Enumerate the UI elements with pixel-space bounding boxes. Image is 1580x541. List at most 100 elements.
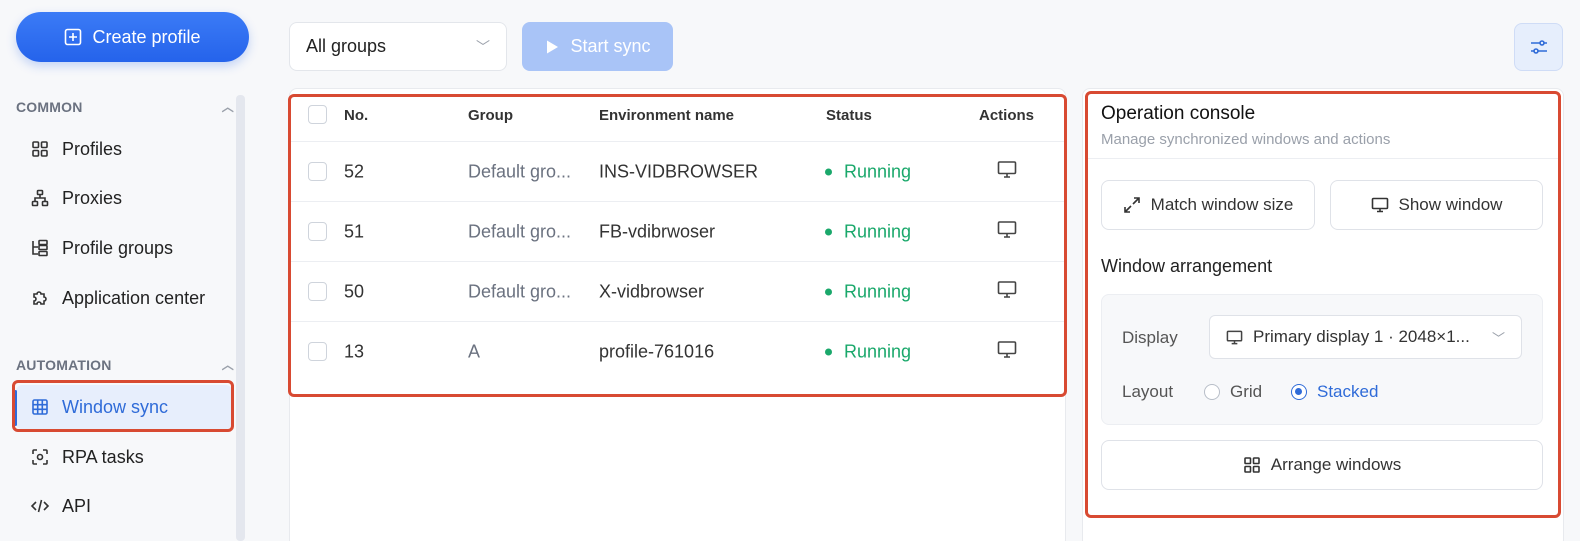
display-select[interactable]: Primary display 1 · 2048×1... ﹀ [1209, 315, 1522, 359]
status-label: Running [844, 161, 912, 181]
start-sync-button[interactable]: Start sync [522, 22, 673, 71]
cell-group: Default gro... [468, 221, 572, 241]
cell-group: Default gro... [468, 161, 572, 181]
layout-option-label: Stacked [1317, 382, 1379, 401]
sidebar-item-api[interactable]: API [16, 484, 232, 528]
row-checkbox[interactable] [308, 222, 327, 241]
console-title: Operation console [1101, 103, 1256, 124]
status-dot-icon [825, 348, 832, 356]
sidebar-item-label: API [62, 495, 92, 516]
chevron-up-icon: ︿ [221, 358, 234, 372]
match-window-size-label: Match window size [1150, 195, 1294, 214]
row-checkbox[interactable] [308, 162, 327, 181]
table-grid-icon [32, 399, 48, 415]
scan-icon [32, 449, 48, 465]
create-profile-label: Create profile [92, 26, 201, 47]
chevron-up-icon: ︿ [221, 100, 234, 114]
display-select-value: Primary display 1 · 2048×1... [1253, 327, 1470, 346]
layout-radio-grid[interactable]: Grid [1204, 382, 1262, 402]
status-label: Running [844, 221, 912, 241]
plus-square-icon [65, 28, 82, 46]
monitor-icon [997, 280, 1017, 298]
grid-icon [32, 141, 48, 157]
sidebar-item-label: Profile groups [62, 237, 174, 258]
monitor-icon [997, 341, 1017, 358]
status-badge: Running [825, 161, 911, 182]
cell-no: 52 [344, 161, 365, 181]
cell-group: A [468, 341, 481, 362]
monitor-icon [997, 220, 1017, 238]
cell-environment: INS-VIDBROWSER [599, 161, 759, 181]
layout-radio-stacked[interactable]: Stacked [1291, 382, 1378, 402]
section-common-label: COMMON [16, 98, 83, 115]
cell-no: 13 [344, 341, 365, 362]
window-arrangement-title: Window arrangement [1101, 256, 1273, 276]
section-common[interactable]: COMMON ︿ [16, 98, 234, 115]
select-all-checkbox[interactable] [308, 105, 327, 124]
sidebar-item-profile-groups[interactable]: Profile groups [16, 226, 232, 270]
arrangement-box [1101, 294, 1543, 425]
code-icon [30, 499, 50, 513]
open-window-button[interactable] [996, 339, 1018, 366]
column-header-actions: Actions [979, 107, 1035, 124]
arrange-windows-button[interactable]: Arrange windows [1101, 440, 1543, 490]
cell-environment: X-vidbrowser [599, 281, 705, 301]
group-select-value: All groups [306, 36, 387, 56]
table-row[interactable]: 13 A profile-761016 Running [291, 322, 1064, 382]
console-divider [1087, 158, 1561, 159]
sidebar-item-label: Profiles [62, 138, 123, 159]
sidebar-scrollbar[interactable] [236, 95, 245, 541]
show-window-button[interactable]: Show window [1330, 180, 1543, 230]
match-window-size-button[interactable]: Match window size [1101, 180, 1315, 230]
cell-environment: profile-761016 [599, 341, 715, 362]
table-row[interactable]: 51 Default gro... FB-vdibrwoser Running [291, 202, 1064, 262]
radio-selected-icon [1291, 384, 1307, 400]
row-checkbox[interactable] [308, 282, 327, 301]
table-row[interactable]: 50 Default gro... X-vidbrowser Running [291, 262, 1064, 322]
show-window-label: Show window [1398, 195, 1503, 214]
table-row[interactable]: 52 Default gro... INS-VIDBROWSER Running [291, 142, 1064, 202]
sidebar-item-window-sync[interactable]: Window sync [16, 385, 232, 429]
create-profile-button[interactable]: Create profile [16, 12, 249, 62]
sidebar-item-proxies[interactable]: Proxies [16, 176, 232, 220]
status-badge: Running [825, 221, 911, 242]
status-dot-icon [825, 168, 832, 175]
monitor-icon [997, 160, 1017, 178]
sidebar-item-label: Proxies [62, 187, 123, 208]
console-subtitle: Manage synchronized windows and actions [1101, 131, 1391, 148]
sidebar-item-label: Window sync [62, 396, 169, 417]
cell-no: 50 [344, 281, 365, 301]
play-icon [547, 40, 559, 53]
sidebar-item-label: RPA tasks [62, 446, 144, 467]
column-header-environment: Environment name [599, 107, 735, 124]
monitor-icon [1371, 197, 1388, 213]
start-sync-label: Start sync [570, 36, 651, 56]
open-window-button[interactable] [996, 158, 1018, 185]
arrange-windows-label: Arrange windows [1270, 455, 1402, 474]
sidebar-item-rpa-tasks[interactable]: RPA tasks [16, 435, 232, 479]
tree-icon [32, 239, 48, 257]
status-badge: Running [825, 281, 911, 302]
section-automation[interactable]: AUTOMATION ︿ [16, 356, 234, 373]
cell-no: 51 [344, 221, 365, 241]
monitor-icon [1226, 330, 1243, 344]
status-label: Running [844, 341, 912, 362]
section-automation-label: AUTOMATION [16, 356, 112, 373]
status-badge: Running [825, 342, 911, 363]
column-header-status: Status [826, 107, 872, 124]
row-checkbox[interactable] [308, 342, 327, 361]
sidebar-item-label: Application center [62, 287, 206, 308]
open-window-button[interactable] [996, 218, 1018, 245]
grid-icon [1243, 457, 1260, 473]
puzzle-icon [33, 291, 47, 305]
sidebar-item-application-center[interactable]: Application center [16, 276, 232, 320]
radio-circle-icon [1204, 384, 1220, 400]
column-header-group: Group [468, 107, 513, 124]
column-header-no: No. [344, 107, 369, 124]
status-dot-icon [825, 288, 832, 295]
settings-button[interactable] [1514, 23, 1563, 71]
status-dot-icon [825, 228, 832, 235]
open-window-button[interactable] [996, 278, 1018, 305]
sidebar-item-profiles[interactable]: Profiles [16, 127, 232, 171]
group-select[interactable]: All groups ﹀ [289, 22, 507, 71]
